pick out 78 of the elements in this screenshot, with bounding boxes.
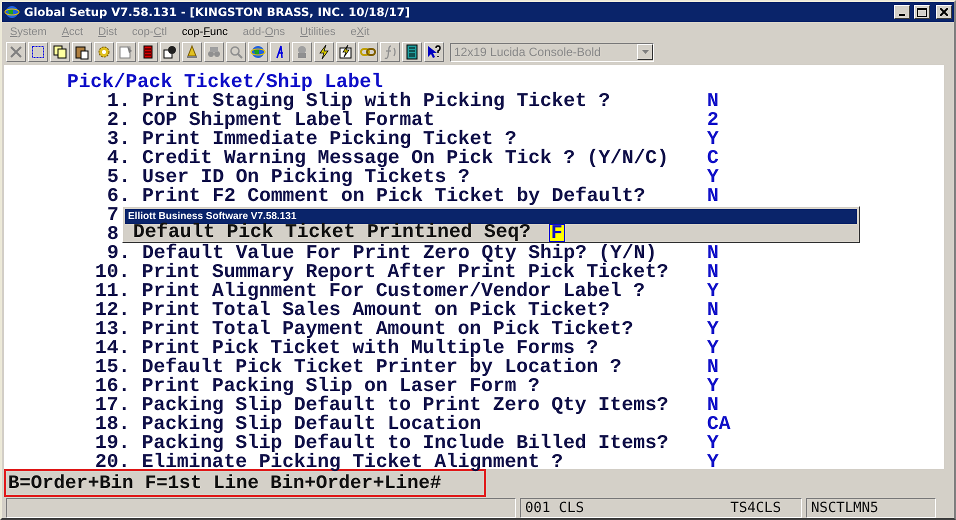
setting-label: 1. Print Staging Slip with Picking Ticket ? bbox=[107, 90, 612, 112]
close-icon bbox=[940, 8, 948, 16]
setting-value: CA bbox=[707, 412, 730, 434]
caret-icon bbox=[642, 50, 648, 54]
lightning-document-icon bbox=[338, 44, 354, 60]
lightning-document-button[interactable] bbox=[336, 42, 356, 62]
setting-value: Y bbox=[707, 318, 719, 340]
dialog-prompt: Default Pick Ticket Printined Seq? bbox=[133, 224, 531, 241]
setting-label: 7 bbox=[107, 204, 119, 226]
stack-button[interactable] bbox=[138, 42, 158, 62]
maximize-icon bbox=[917, 8, 927, 16]
setting-value: N bbox=[707, 298, 719, 320]
setting-value: Y bbox=[707, 374, 719, 396]
selection-icon bbox=[30, 44, 46, 60]
setting-value: N bbox=[707, 184, 719, 206]
globe-icon bbox=[250, 44, 266, 60]
status-text: NSCTLMN5 bbox=[806, 498, 936, 518]
paste-button[interactable] bbox=[72, 42, 92, 62]
setting-label: 10. Print Summary Report After Print Pick Ticket? bbox=[95, 260, 670, 282]
gear-icon bbox=[96, 44, 112, 60]
lightning-button[interactable] bbox=[314, 42, 334, 62]
setting-value: N bbox=[707, 356, 719, 378]
close-button[interactable] bbox=[936, 5, 952, 19]
setting-label: 14. Print Pick Ticket with Multiple Forms ? bbox=[95, 336, 600, 358]
search-button[interactable] bbox=[226, 42, 246, 62]
setting-label: 9. Default Value For Print Zero Qty Ship? (Y/N) bbox=[107, 242, 657, 264]
setting-value: Y bbox=[707, 450, 719, 472]
search-icon bbox=[228, 44, 244, 60]
status-text: TS4CLS bbox=[730, 500, 781, 516]
binoculars-icon bbox=[206, 44, 222, 60]
dialog-title: Elliott Business Software V7.58.131 bbox=[125, 209, 857, 224]
setting-value: N bbox=[707, 394, 719, 416]
setting-value: Y bbox=[707, 432, 719, 454]
function-icon bbox=[382, 44, 398, 60]
binoculars-button[interactable] bbox=[204, 42, 224, 62]
figure-button[interactable] bbox=[292, 42, 312, 62]
document-icon bbox=[118, 44, 134, 60]
app-logo-icon bbox=[4, 4, 20, 20]
setting-label: 3. Print Immediate Picking Ticket ? bbox=[107, 128, 517, 150]
maximize-button[interactable] bbox=[914, 5, 930, 19]
help-pointer-button[interactable] bbox=[424, 42, 444, 62]
setting-value: N bbox=[707, 242, 719, 264]
status-text: 001 CLS bbox=[525, 500, 584, 516]
copy-icon bbox=[52, 44, 68, 60]
menu-item[interactable]: cop-Func bbox=[182, 26, 228, 38]
setting-value: C bbox=[707, 146, 719, 168]
setting-label: 16. Print Packing Slip on Laser Form ? bbox=[95, 374, 541, 396]
setting-value: 2 bbox=[707, 108, 719, 130]
setting-value: Y bbox=[707, 128, 719, 150]
minimize-button[interactable] bbox=[894, 5, 910, 19]
setting-value: Y bbox=[707, 166, 719, 188]
setting-label: 8 bbox=[107, 222, 119, 244]
setting-label: 13. Print Total Payment Amount on Pick Ticket? bbox=[95, 318, 634, 340]
close-icon bbox=[8, 44, 24, 60]
calculator-icon bbox=[404, 44, 420, 60]
setting-label: 12. Print Total Sales Amount on Pick Ticket? bbox=[95, 298, 610, 320]
screen-heading: Pick/Pack Ticket/Ship Label bbox=[67, 73, 383, 91]
setting-value: N bbox=[707, 90, 719, 112]
link-button[interactable] bbox=[358, 42, 378, 62]
calculator-button[interactable] bbox=[402, 42, 422, 62]
bell-button[interactable] bbox=[182, 42, 202, 62]
setting-value: N bbox=[707, 260, 719, 282]
paste-icon bbox=[74, 44, 90, 60]
script-letter-button[interactable] bbox=[270, 42, 290, 62]
globe-button[interactable] bbox=[248, 42, 268, 62]
selection-button[interactable] bbox=[28, 42, 48, 62]
setting-label: 15. Default Pick Ticket Printer by Location ? bbox=[95, 356, 623, 378]
bell-icon bbox=[184, 44, 200, 60]
help-pointer-icon bbox=[426, 44, 442, 60]
copy-button[interactable] bbox=[50, 42, 70, 62]
window-title: Global Setup V7.58.131 - [KINGSTON BRASS, INC. 10/18/17] bbox=[24, 5, 412, 19]
setting-value: Y bbox=[707, 336, 719, 358]
gear-button[interactable] bbox=[94, 42, 114, 62]
document-button[interactable] bbox=[116, 42, 136, 62]
answer-field[interactable]: F bbox=[548, 224, 565, 242]
function-button[interactable] bbox=[380, 42, 400, 62]
setting-value: Y bbox=[707, 280, 719, 302]
setting-label: 11. Print Alignment For Customer/Vendor Label ? bbox=[95, 280, 646, 302]
